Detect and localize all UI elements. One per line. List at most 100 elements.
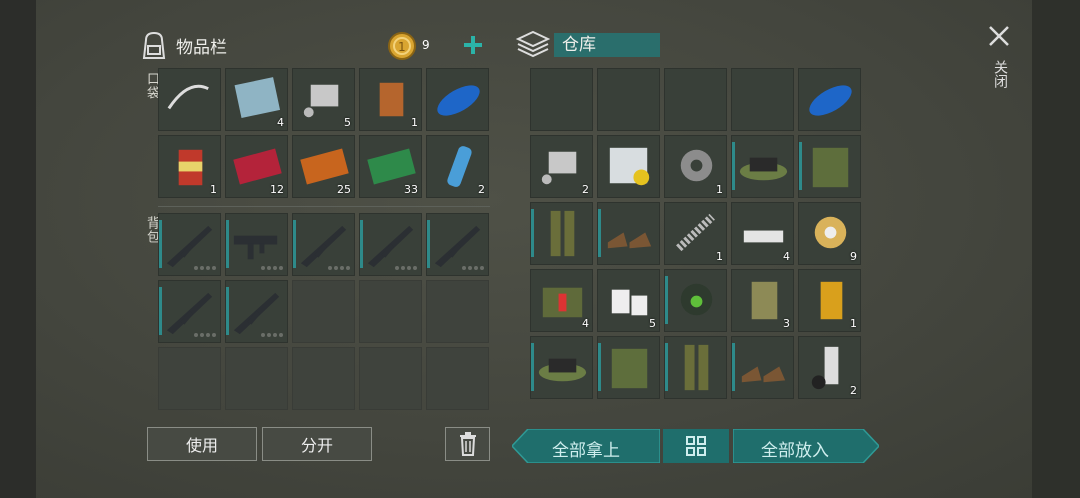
- item-quantity: 1: [850, 317, 857, 330]
- pocket-slot[interactable]: 12: [225, 135, 288, 198]
- storage-slot[interactable]: [597, 336, 660, 399]
- storage-slot[interactable]: 9: [798, 202, 861, 265]
- backpack-slot[interactable]: [426, 280, 489, 343]
- left-edge: [0, 0, 36, 498]
- backpack-slot[interactable]: [426, 347, 489, 410]
- backpack-slot[interactable]: [225, 213, 288, 276]
- backpack-slot[interactable]: [225, 347, 288, 410]
- item-quantity: 2: [850, 384, 857, 397]
- pocket-slot[interactable]: 25: [292, 135, 355, 198]
- pocket-slot[interactable]: 33: [359, 135, 422, 198]
- backpack-slot[interactable]: [292, 213, 355, 276]
- pocket-slot[interactable]: 5: [292, 68, 355, 131]
- storage-slot[interactable]: 1: [664, 135, 727, 198]
- item-quantity: 4: [582, 317, 589, 330]
- backpack-slot[interactable]: [359, 280, 422, 343]
- take-all-button[interactable]: 全部拿上: [512, 429, 660, 463]
- pocket-slot[interactable]: 4: [225, 68, 288, 131]
- backpack-slot[interactable]: [292, 280, 355, 343]
- item-quantity: 12: [270, 183, 284, 196]
- item-quantity: 9: [850, 250, 857, 263]
- close-icon: [987, 24, 1011, 48]
- put-all-label: 全部放入: [761, 441, 829, 461]
- storage-slot[interactable]: [798, 135, 861, 198]
- attachment-dots: [328, 266, 350, 270]
- backpack-slot[interactable]: [426, 213, 489, 276]
- item-quantity: 1: [716, 183, 723, 196]
- backpack-slot[interactable]: [359, 347, 422, 410]
- use-button[interactable]: 使用: [147, 427, 257, 461]
- storage-slot[interactable]: [530, 68, 593, 131]
- storage-slot[interactable]: 1: [798, 269, 861, 332]
- game-screen: 物品栏 1 9 口袋 背包 4 5 1 1 12 25 33 2 仓库 2114945312 …: [0, 0, 1080, 498]
- storage-slot[interactable]: [530, 202, 593, 265]
- storage-slot[interactable]: [530, 336, 593, 399]
- storage-slot[interactable]: [664, 68, 727, 131]
- backpack-slot[interactable]: [158, 280, 221, 343]
- item-quantity: 2: [582, 183, 589, 196]
- attachment-dots: [261, 266, 283, 270]
- coin-counter: 1 9: [388, 32, 490, 60]
- sort-button[interactable]: [663, 429, 729, 463]
- attachment-dots: [261, 333, 283, 337]
- grid-sort-icon: [685, 435, 707, 457]
- item-quantity: 1: [716, 250, 723, 263]
- backpack-slot[interactable]: [158, 213, 221, 276]
- storage-slot[interactable]: [731, 68, 794, 131]
- close-button[interactable]: 关闭: [986, 22, 1012, 102]
- trash-button[interactable]: [445, 427, 490, 461]
- pocket-slot[interactable]: [426, 68, 489, 131]
- storage-slot[interactable]: 5: [597, 269, 660, 332]
- item-quantity: 33: [404, 183, 418, 196]
- pocket-slot[interactable]: [158, 68, 221, 131]
- put-all-button[interactable]: 全部放入: [733, 429, 879, 463]
- trash-icon: [458, 432, 478, 456]
- right-edge: [1032, 0, 1080, 498]
- attachment-dots: [462, 266, 484, 270]
- item-quantity: 4: [277, 116, 284, 129]
- storage-slot[interactable]: 4: [530, 269, 593, 332]
- item-quantity: 1: [411, 116, 418, 129]
- storage-slot[interactable]: 3: [731, 269, 794, 332]
- backpack-slot[interactable]: [292, 347, 355, 410]
- storage-title: 仓库: [554, 33, 660, 57]
- inventory-title: 物品栏: [176, 37, 227, 58]
- attachment-dots: [194, 266, 216, 270]
- item-quantity: 4: [783, 250, 790, 263]
- backpack-icon: [140, 30, 168, 60]
- storage-icon: [515, 30, 551, 60]
- item-quantity: 5: [649, 317, 656, 330]
- take-all-label: 全部拿上: [552, 441, 620, 461]
- backpack-slot[interactable]: [359, 213, 422, 276]
- svg-text:1: 1: [398, 40, 406, 54]
- storage-slot[interactable]: [597, 68, 660, 131]
- pocket-slot[interactable]: 1: [158, 135, 221, 198]
- attachment-dots: [194, 333, 216, 337]
- storage-slot[interactable]: [597, 135, 660, 198]
- storage-slot[interactable]: [664, 336, 727, 399]
- pocket-slot[interactable]: 2: [426, 135, 489, 198]
- storage-slot[interactable]: [798, 68, 861, 131]
- add-coins-icon[interactable]: [462, 34, 484, 56]
- coin-amount: 9: [422, 38, 430, 52]
- storage-slot[interactable]: [664, 269, 727, 332]
- storage-slot[interactable]: 4: [731, 202, 794, 265]
- storage-slot[interactable]: [597, 202, 660, 265]
- backpack-slot[interactable]: [225, 280, 288, 343]
- storage-slot[interactable]: 1: [664, 202, 727, 265]
- item-quantity: 5: [344, 116, 351, 129]
- split-button[interactable]: 分开: [262, 427, 372, 461]
- storage-slot[interactable]: 2: [798, 336, 861, 399]
- item-quantity: 3: [783, 317, 790, 330]
- storage-slot[interactable]: [731, 135, 794, 198]
- inventory-header: 物品栏: [140, 30, 227, 60]
- storage-slot[interactable]: 2: [530, 135, 593, 198]
- section-divider: [158, 206, 490, 207]
- storage-slot[interactable]: [731, 336, 794, 399]
- pocket-slot[interactable]: 1: [359, 68, 422, 131]
- storage-header: 仓库: [515, 30, 660, 60]
- item-quantity: 25: [337, 183, 351, 196]
- item-quantity: 1: [210, 183, 217, 196]
- coin-icon: 1: [388, 32, 416, 60]
- backpack-slot[interactable]: [158, 347, 221, 410]
